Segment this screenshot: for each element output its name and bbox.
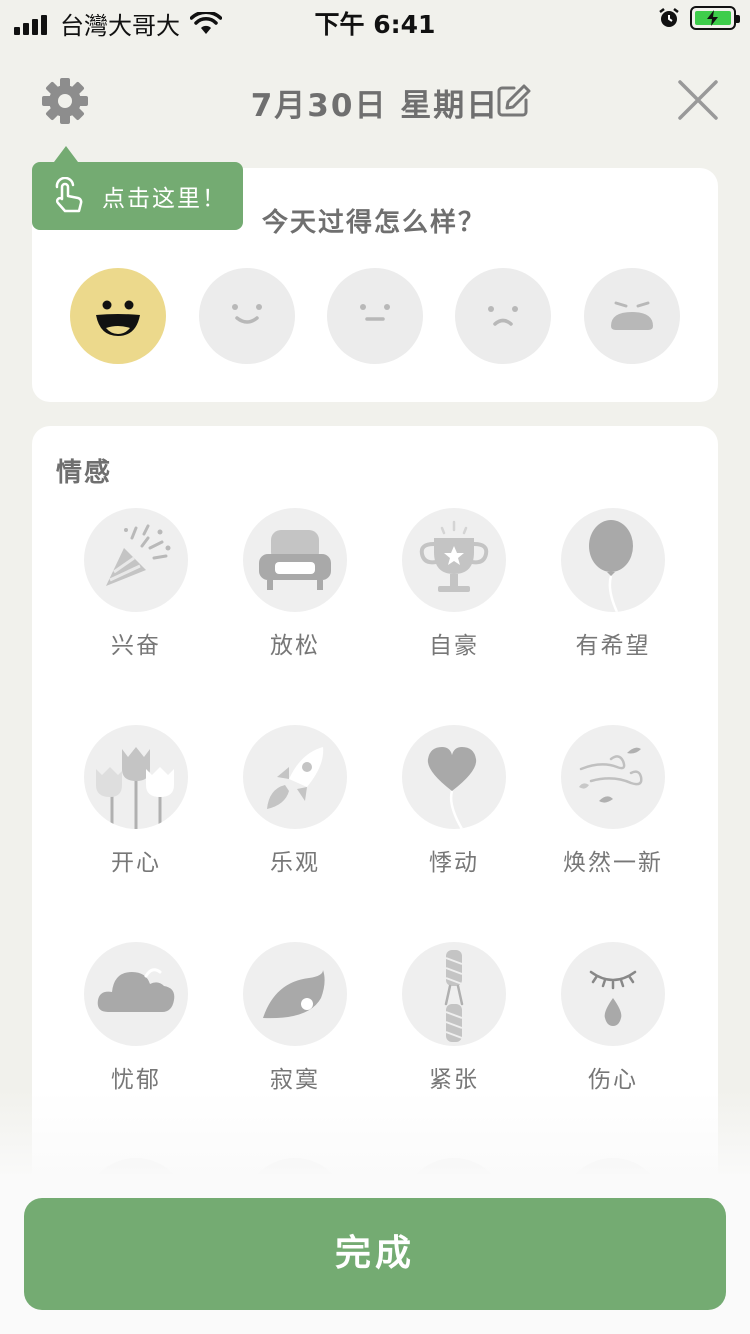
emotion-refreshed[interactable]: 焕然一新 — [533, 725, 693, 877]
tooltip[interactable]: 点击这里！ — [32, 146, 243, 230]
date-label: 7月30日 星期日 — [250, 88, 500, 124]
emotion-label: 放松 — [270, 633, 320, 659]
armchair-icon — [259, 530, 331, 590]
emotion-label: 开心 — [111, 850, 161, 876]
cloud-icon — [97, 968, 175, 1012]
emotions-title: 情感 — [56, 458, 113, 488]
mood-sad[interactable] — [455, 268, 551, 364]
emotion-optimistic[interactable]: 乐观 — [215, 725, 375, 877]
great-face-icon — [96, 300, 140, 336]
mood-great[interactable] — [70, 268, 166, 364]
sad-face-icon — [488, 306, 518, 326]
party-popper-icon — [106, 524, 171, 586]
tooltip-text: 点击这里！ — [102, 186, 227, 212]
neutral-face-icon — [360, 304, 390, 321]
trophy-icon — [419, 520, 489, 592]
status-right — [658, 6, 740, 30]
mood-question: 今天过得怎么样？ — [262, 208, 487, 238]
emotion-label: 寂寞 — [270, 1067, 320, 1093]
scroll-fade — [0, 1090, 750, 1180]
mood-neutral[interactable] — [327, 268, 423, 364]
close-icon[interactable] — [676, 78, 720, 122]
rope-icon — [444, 950, 464, 1042]
heart-balloon-icon — [427, 747, 477, 829]
edit-icon[interactable] — [494, 82, 532, 120]
emotion-nervous[interactable]: 紧张 — [374, 942, 534, 1094]
emotion-melancholy[interactable]: 忧郁 — [56, 942, 216, 1094]
emotion-sad[interactable]: 伤心 — [533, 942, 693, 1094]
status-time: 下午 6:41 — [314, 10, 436, 39]
emotion-lonely[interactable]: 寂寞 — [215, 942, 375, 1094]
header-title: 7月30日 星期日 — [0, 80, 750, 125]
emotion-label: 乐观 — [270, 850, 320, 876]
wind-leaves-icon — [579, 747, 643, 803]
tulips-icon — [96, 747, 174, 829]
teardrop-eye-icon — [589, 970, 637, 1026]
done-button[interactable]: 完成 — [24, 1198, 726, 1310]
emotion-heartthrob[interactable]: 悸动 — [374, 725, 534, 877]
emotion-label: 有希望 — [575, 633, 651, 659]
emotion-label: 自豪 — [429, 633, 479, 659]
emotion-excited[interactable]: 兴奋 — [56, 508, 216, 660]
status-bar: 台灣大哥大 下午 6:41 — [0, 0, 750, 40]
emotion-label: 紧张 — [429, 1067, 479, 1093]
battery-icon — [690, 6, 740, 30]
emotion-hopeful[interactable]: 有希望 — [533, 508, 693, 660]
mood-good[interactable] — [199, 268, 295, 364]
balloon-icon — [589, 520, 633, 612]
emotion-label: 忧郁 — [111, 1067, 161, 1093]
leaf-icon — [263, 970, 325, 1019]
emotion-label: 兴奋 — [111, 633, 161, 659]
mood-awful[interactable] — [584, 268, 680, 364]
alarm-icon — [659, 8, 679, 27]
emotion-happy[interactable]: 开心 — [56, 725, 216, 877]
rocket-icon — [267, 747, 324, 809]
tap-hand-icon — [55, 177, 83, 213]
emotion-label: 伤心 — [588, 1067, 638, 1093]
emotion-relaxed[interactable]: 放松 — [215, 508, 375, 660]
emotion-label: 悸动 — [429, 850, 479, 876]
emotion-label: 焕然一新 — [563, 850, 663, 876]
emotion-proud[interactable]: 自豪 — [374, 508, 534, 660]
good-face-icon — [232, 304, 262, 324]
awful-face-icon — [611, 301, 653, 330]
